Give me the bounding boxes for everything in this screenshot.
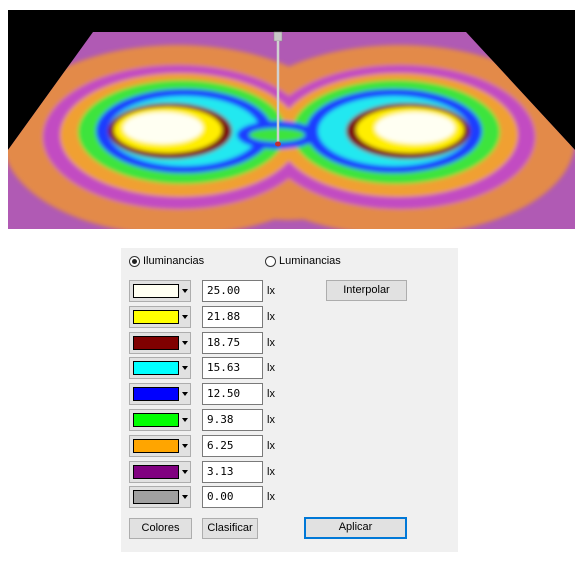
unit-label: lx xyxy=(267,465,275,478)
legend-row: 25.00 lx xyxy=(129,280,289,302)
legend-row: 21.88 lx xyxy=(129,305,289,328)
dropdown-arrow-icon xyxy=(182,340,188,345)
unit-label: lx xyxy=(267,362,275,375)
color-picker-button[interactable] xyxy=(129,305,191,328)
legend-row: 0.00 lx xyxy=(129,486,289,509)
color-swatch xyxy=(133,464,179,479)
dropdown-arrow-icon xyxy=(182,469,188,474)
dropdown-arrow-icon xyxy=(182,314,188,319)
color-swatch xyxy=(133,413,179,427)
classify-button[interactable]: Clasificar xyxy=(202,518,258,539)
unit-label: lx xyxy=(267,491,275,504)
color-picker-button[interactable] xyxy=(129,409,191,431)
threshold-value-field[interactable]: 3.13 xyxy=(202,460,263,483)
threshold-value-field[interactable]: 9.38 xyxy=(202,409,263,431)
illuminance-surface-plot xyxy=(8,31,575,229)
unit-label: lx xyxy=(267,336,275,349)
color-picker-button[interactable] xyxy=(129,434,191,457)
threshold-value-field[interactable]: 18.75 xyxy=(202,331,263,354)
dropdown-arrow-icon xyxy=(182,418,188,422)
unit-label: lx xyxy=(267,439,275,452)
illuminance-radio-dot xyxy=(129,255,140,267)
falsecolor-plane xyxy=(8,32,575,229)
legend-row: 15.63 lx xyxy=(129,357,289,380)
luminance-radio-dot xyxy=(265,255,276,267)
legend-row: 12.50 lx xyxy=(129,383,289,406)
color-swatch xyxy=(133,335,179,350)
color-picker-button[interactable] xyxy=(129,460,191,483)
color-picker-button[interactable] xyxy=(129,280,191,302)
unit-label: lx xyxy=(267,310,275,323)
threshold-value-field[interactable]: 15.63 xyxy=(202,357,263,380)
unit-label: lx xyxy=(267,388,275,401)
color-swatch xyxy=(133,309,179,324)
colors-button[interactable]: Colores xyxy=(129,518,192,539)
illuminance-3d-view[interactable] xyxy=(8,10,575,229)
color-picker-button[interactable] xyxy=(129,331,191,354)
dropdown-arrow-icon xyxy=(182,495,188,500)
color-swatch xyxy=(133,284,179,298)
color-picker-button[interactable] xyxy=(129,486,191,509)
legend-row: 3.13 lx xyxy=(129,460,289,483)
luminance-radio-label: Luminancias xyxy=(279,255,341,267)
color-swatch xyxy=(133,387,179,402)
legend-row: 6.25 lx xyxy=(129,434,289,457)
dropdown-arrow-icon xyxy=(182,392,188,397)
pole-base xyxy=(275,141,281,147)
dropdown-arrow-icon xyxy=(182,443,188,448)
illuminance-radio-label: Iluminancias xyxy=(143,255,205,267)
legend-row: 9.38 lx xyxy=(129,409,289,431)
unit-label: lx xyxy=(267,414,275,426)
unit-label: lx xyxy=(267,285,275,297)
legend-row: 18.75 lx xyxy=(129,331,289,354)
threshold-value-field[interactable]: 12.50 xyxy=(202,383,263,406)
luminance-radio[interactable]: Luminancias xyxy=(265,254,341,268)
dropdown-arrow-icon xyxy=(182,366,188,371)
threshold-value-field[interactable]: 6.25 xyxy=(202,434,263,457)
apply-button[interactable]: Aplicar xyxy=(304,517,407,539)
illuminance-radio[interactable]: Iluminancias xyxy=(129,254,204,268)
color-swatch xyxy=(133,490,179,505)
color-picker-button[interactable] xyxy=(129,357,191,380)
threshold-value-field[interactable]: 25.00 xyxy=(202,280,263,302)
color-picker-button[interactable] xyxy=(129,383,191,406)
color-swatch xyxy=(133,361,179,376)
threshold-value-field[interactable]: 0.00 xyxy=(202,486,263,509)
legend-panel: Iluminancias Luminancias 25.00 lx 21.88 lx 1… xyxy=(121,248,458,552)
color-swatch xyxy=(133,438,179,453)
threshold-value-field[interactable]: 21.88 xyxy=(202,305,263,328)
dropdown-arrow-icon xyxy=(182,289,188,293)
interpolate-button[interactable]: Interpolar xyxy=(326,280,407,301)
luminaire-head xyxy=(273,31,283,42)
